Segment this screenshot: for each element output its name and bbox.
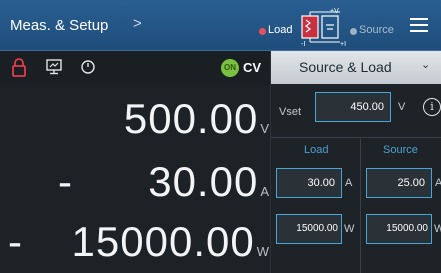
power-unit: W (256, 244, 269, 259)
load-source-diagram-icon: +V -I +I (301, 8, 346, 46)
load-mode-indicator (259, 28, 266, 35)
source-mode-indicator (350, 28, 357, 35)
load-current-field[interactable]: 30.00 (276, 168, 342, 198)
timer-icon[interactable] (80, 59, 96, 75)
chevron-down-icon: ⌄ (421, 59, 431, 71)
current-sign: - (58, 158, 72, 205)
settings-panel: Source & Load ⌄ Vset 450.00 V i Load Sou… (270, 51, 441, 273)
power-value: 15000.00 (71, 218, 255, 265)
source-current-field[interactable]: 25.00 (366, 168, 432, 198)
menu-icon[interactable] (410, 18, 428, 32)
voltage-readout: 500.00 V (124, 95, 269, 143)
output-on-badge[interactable]: ON (221, 59, 239, 77)
source-current-unit: A (435, 177, 441, 189)
info-icon[interactable]: i (423, 98, 441, 116)
vset-label: Vset (279, 106, 302, 118)
page-title[interactable]: Meas. & Setup (10, 17, 108, 34)
header-bar: Meas. & Setup > Load +V -I +I Source (0, 0, 441, 51)
vset-unit: V (398, 101, 406, 113)
status-bar: ON CV (0, 51, 271, 85)
diagram-right-label: +I (340, 41, 346, 46)
current-value: 30.00 (148, 158, 259, 205)
divider (360, 139, 361, 273)
power-sign: - (8, 218, 22, 265)
load-column-header: Load (304, 144, 329, 156)
source-column-header: Source (383, 144, 418, 156)
load-mode-label: Load (268, 24, 293, 36)
load-current-unit: A (345, 177, 353, 189)
current-unit: A (260, 184, 269, 199)
breadcrumb-arrow[interactable]: > (133, 15, 142, 32)
current-readout: 30.00 A (148, 158, 269, 206)
source-power-unit: W (434, 223, 441, 235)
source-mode-label: Source (359, 24, 394, 36)
load-power-unit: W (344, 223, 355, 235)
monitor-icon[interactable] (46, 59, 62, 75)
cv-mode-label: CV (243, 60, 262, 75)
mode-selector-label: Source & Load (299, 59, 392, 75)
load-power-field[interactable]: 15000.00 (276, 214, 342, 244)
divider (271, 137, 441, 138)
mode-selector[interactable]: Source & Load ⌄ (271, 51, 441, 84)
source-power-field[interactable]: 15000.00 (366, 214, 432, 244)
voltage-value: 500.00 (123, 95, 259, 142)
voltage-unit: V (260, 121, 269, 136)
diagram-left-label: -I (301, 41, 305, 46)
vset-field[interactable]: 450.00 (315, 92, 391, 122)
lock-icon[interactable] (12, 57, 26, 77)
power-readout: 15000.00 W (72, 218, 269, 266)
